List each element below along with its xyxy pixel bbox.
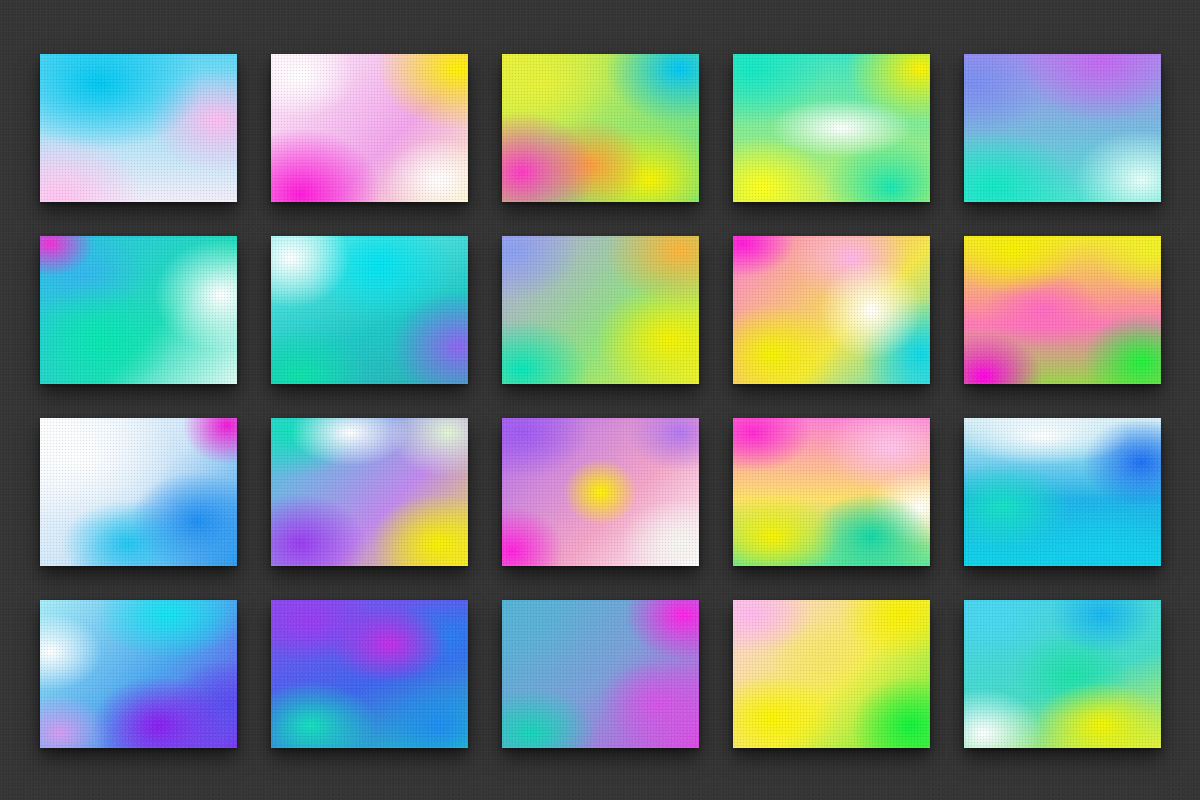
grain-overlay bbox=[40, 418, 237, 566]
gradient-swatch-10 bbox=[964, 236, 1161, 384]
gradient-swatch-14 bbox=[733, 418, 930, 566]
gradient-swatch-13 bbox=[502, 418, 699, 566]
gradient-swatch-1 bbox=[40, 54, 237, 202]
grain-overlay bbox=[733, 418, 930, 566]
gradient-swatch-12 bbox=[271, 418, 468, 566]
grain-overlay bbox=[40, 54, 237, 202]
grain-overlay bbox=[271, 236, 468, 384]
gradient-swatch-2 bbox=[271, 54, 468, 202]
gradient-swatch-grid bbox=[40, 54, 1161, 748]
gradient-swatch-18 bbox=[502, 600, 699, 748]
gradient-swatch-3 bbox=[502, 54, 699, 202]
grain-overlay bbox=[271, 418, 468, 566]
gradient-swatch-5 bbox=[964, 54, 1161, 202]
grain-overlay bbox=[964, 418, 1161, 566]
grain-overlay bbox=[733, 54, 930, 202]
grain-overlay bbox=[40, 236, 237, 384]
gradient-swatch-11 bbox=[40, 418, 237, 566]
gradient-swatch-16 bbox=[40, 600, 237, 748]
grain-overlay bbox=[40, 600, 237, 748]
grain-overlay bbox=[502, 236, 699, 384]
gradient-swatch-7 bbox=[271, 236, 468, 384]
gradient-swatch-20 bbox=[964, 600, 1161, 748]
grain-overlay bbox=[964, 600, 1161, 748]
grain-overlay bbox=[271, 54, 468, 202]
grain-overlay bbox=[733, 600, 930, 748]
grain-overlay bbox=[271, 600, 468, 748]
gradient-swatch-8 bbox=[502, 236, 699, 384]
grain-overlay bbox=[502, 418, 699, 566]
grain-overlay bbox=[964, 236, 1161, 384]
gradient-swatch-9 bbox=[733, 236, 930, 384]
grain-overlay bbox=[964, 54, 1161, 202]
grain-overlay bbox=[502, 600, 699, 748]
grain-overlay bbox=[733, 236, 930, 384]
grain-overlay bbox=[502, 54, 699, 202]
gradient-swatch-17 bbox=[271, 600, 468, 748]
gradient-swatch-4 bbox=[733, 54, 930, 202]
gradient-swatch-6 bbox=[40, 236, 237, 384]
gradient-swatch-19 bbox=[733, 600, 930, 748]
gradient-swatch-15 bbox=[964, 418, 1161, 566]
